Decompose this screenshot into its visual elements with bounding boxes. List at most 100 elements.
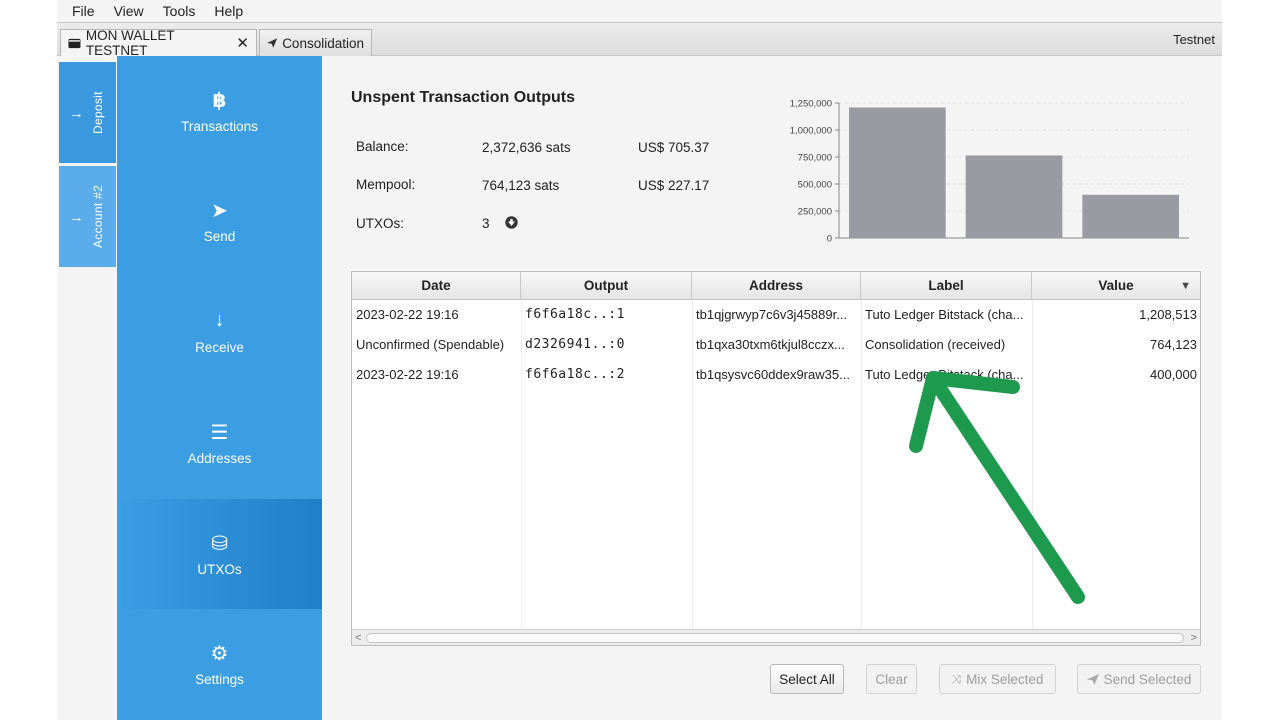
cell-output: f6f6a18c..:2 [525, 367, 625, 382]
sidebar-item-utxos[interactable]: ⛁ UTXOs [117, 499, 322, 609]
account-tab-label: Deposit [91, 91, 105, 134]
sidebar-item-label: Send [203, 229, 236, 244]
tab-wallet-label: MON WALLET TESTNET [85, 28, 175, 58]
expand-down-icon[interactable] [505, 216, 518, 229]
sidebar-nav: ฿ Transactions ➤ Send ↓ Receive ☰ Addres… [117, 56, 322, 720]
utxos-label: UTXOs: [356, 216, 405, 231]
column-header-value-label: Value [1098, 278, 1134, 293]
sidebar-item-label: Transactions [181, 119, 258, 134]
arrow-right-icon: → [69, 209, 84, 226]
column-header-date[interactable]: Date [352, 272, 521, 300]
chart-y-tick-label: 1,000,000 [790, 126, 832, 137]
send-selected-label: Send Selected [1103, 671, 1192, 687]
mix-selected-label: Mix Selected [966, 671, 1044, 687]
table-header: Date Output Address Label Value ▼ [352, 272, 1200, 300]
tab-bar: MON WALLET TESTNET ✕ Consolidation Testn… [57, 22, 1222, 58]
account-tab-deposit[interactable]: → Deposit [59, 62, 116, 163]
tab-wallet[interactable]: MON WALLET TESTNET ✕ [60, 28, 257, 58]
menu-file[interactable]: File [72, 3, 95, 19]
chart-bar [965, 155, 1063, 238]
menu-help[interactable]: Help [214, 3, 243, 19]
select-all-button[interactable]: Select All [770, 664, 844, 694]
utxos-count: 3 [482, 216, 490, 231]
account-tab-label: Account #2 [91, 184, 105, 249]
sidebar-item-label: Receive [195, 340, 244, 355]
mempool-sats: 764,123 sats [482, 178, 560, 193]
network-label: Testnet [1173, 32, 1215, 47]
sidebar-item-settings[interactable]: ⚙ Settings [117, 609, 322, 719]
clear-button[interactable]: Clear [866, 664, 917, 694]
mempool-usd: US$ 227.17 [638, 178, 710, 193]
column-header-label[interactable]: Label [861, 272, 1032, 300]
cell-date: 2023-02-22 19:16 [356, 307, 459, 322]
menu-view[interactable]: View [114, 3, 144, 19]
balance-label: Balance: [356, 139, 409, 154]
cell-address: tb1qjgrwyp7c6v3j45889r... [696, 307, 848, 322]
send-icon [267, 38, 278, 48]
page-title: Unspent Transaction Outputs [351, 89, 576, 106]
send-selected-button[interactable]: Send Selected [1077, 664, 1201, 694]
chart-y-tick-label: 500,000 [798, 180, 832, 191]
balance-sats: 2,372,636 sats [482, 140, 571, 155]
wallet-icon [68, 38, 81, 49]
utxo-table: Date Output Address Label Value ▼ 2023-0… [351, 271, 1201, 646]
arrow-right-icon: → [69, 105, 84, 122]
tab-consolidation[interactable]: Consolidation [259, 29, 372, 56]
chart-y-tick-label: 750,000 [798, 153, 832, 164]
cell-date: Unconfirmed (Spendable) [356, 337, 505, 352]
select-all-label: Select All [779, 671, 835, 687]
cell-value: 764,123 [1150, 337, 1197, 352]
list-icon: ☰ [210, 422, 229, 444]
cell-value: 1,208,513 [1139, 307, 1197, 322]
sidebar-item-label: Addresses [187, 451, 252, 466]
mix-selected-button[interactable]: ⤨ Mix Selected [939, 664, 1056, 694]
menu-bar: File View Tools Help [57, 0, 1222, 22]
chart-y-tick-label: 250,000 [798, 207, 832, 218]
clear-label: Clear [875, 671, 908, 687]
scroll-right-icon[interactable]: > [1191, 630, 1197, 646]
cell-date: 2023-02-22 19:16 [356, 367, 459, 382]
table-row[interactable]: 2023-02-22 19:16 f6f6a18c..:1 tb1qjgrwyp… [352, 300, 1200, 330]
close-icon[interactable]: ✕ [236, 34, 249, 52]
account-tab-account-2[interactable]: → Account #2 [59, 166, 116, 267]
cell-label: Tuto Ledger Bitstack (cha... [865, 307, 1024, 322]
scroll-left-icon[interactable]: < [355, 630, 361, 646]
table-row[interactable]: Unconfirmed (Spendable) d2326941..:0 tb1… [352, 330, 1200, 360]
send-icon: ➤ [211, 200, 228, 222]
sidebar-item-addresses[interactable]: ☰ Addresses [117, 388, 322, 498]
mempool-label: Mempool: [356, 177, 416, 192]
cell-address: tb1qsysvc60ddex9raw35... [696, 367, 850, 382]
chart-y-tick-label: 1,250,000 [790, 99, 832, 110]
cell-label: Consolidation (received) [865, 337, 1006, 352]
utxo-bar-chart: 0 250,000 500,000 750,000 1,000,000 1,250,000 [790, 99, 1189, 245]
horizontal-scrollbar[interactable]: < > [352, 629, 1200, 645]
coins-icon: ⛁ [211, 533, 228, 555]
chart-bar [1082, 194, 1179, 238]
column-header-value[interactable]: Value ▼ [1032, 272, 1200, 300]
sort-desc-icon: ▼ [1180, 280, 1191, 292]
column-header-output[interactable]: Output [521, 272, 692, 300]
shuffle-icon: ⤨ [951, 671, 962, 686]
wallet-app: File View Tools Help MON WALLET TESTNET … [57, 0, 1222, 720]
column-header-address[interactable]: Address [692, 272, 861, 300]
receive-icon: ↓ [214, 309, 225, 331]
cell-output: f6f6a18c..:1 [525, 307, 625, 322]
chart-y-tick-label: 0 [827, 234, 832, 245]
balance-usd: US$ 705.37 [638, 140, 710, 155]
sidebar-item-label: Settings [195, 672, 244, 687]
sidebar-item-receive[interactable]: ↓ Receive [117, 277, 322, 387]
cell-output: d2326941..:0 [525, 337, 625, 352]
cell-value: 400,000 [1150, 367, 1197, 382]
chart-bar [849, 107, 946, 239]
sidebar-item-transactions[interactable]: ฿ Transactions [117, 56, 322, 166]
sidebar-item-send[interactable]: ➤ Send [117, 166, 322, 276]
table-row[interactable]: 2023-02-22 19:16 f6f6a18c..:2 tb1qsysvc6… [352, 360, 1200, 390]
gear-icon: ⚙ [210, 643, 229, 665]
cell-address: tb1qxa30txm6tkjul8cczx... [696, 337, 845, 352]
scrollbar-thumb[interactable] [366, 633, 1184, 643]
utxo-panel: Unspent Transaction Outputs Balance: 2,3… [322, 56, 1222, 720]
tab-consolidation-label: Consolidation [282, 35, 364, 51]
menu-tools[interactable]: Tools [163, 3, 196, 19]
cell-label: Tuto Ledger Bitstack (cha... [865, 367, 1024, 382]
bitcoin-icon: ฿ [212, 90, 227, 112]
